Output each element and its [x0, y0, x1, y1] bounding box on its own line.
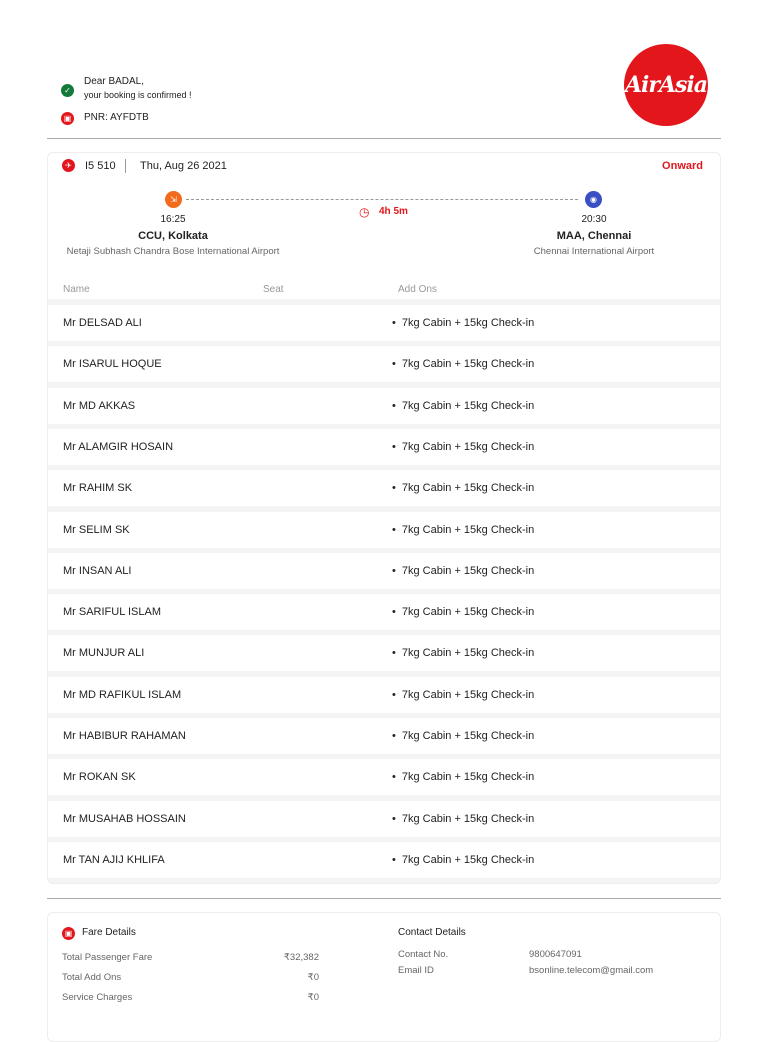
route-line: [186, 199, 578, 200]
flight-summary: ✈ I5 510 Thu, Aug 26 2021 Onward ⇲ ◉ ◷ 4…: [48, 153, 720, 281]
divider: [47, 898, 721, 899]
table-row: Mr MUNJUR ALI 7kg Cabin + 15kg Check-in: [48, 635, 720, 672]
destination-city: MAA, Chennai: [556, 230, 632, 242]
clock-icon: ◷: [359, 205, 370, 219]
passenger-addon: 7kg Cabin + 15kg Check-in: [392, 400, 534, 412]
passenger-name: Mr MD RAFIKUL ISLAM: [63, 688, 182, 701]
contact-title: Contact Details: [398, 927, 466, 938]
passenger-name: Mr ROKAN SK: [63, 771, 136, 784]
table-row: Mr MD RAFIKUL ISLAM 7kg Cabin + 15kg Chec…: [48, 676, 720, 713]
passenger-name: Mr SELIM SK: [63, 523, 130, 536]
origin-airport: Netaji Subhash Chandra Bose Internationa…: [66, 246, 280, 257]
departure-icon: ⇲: [165, 191, 182, 208]
contact-value: bsonline.telecom@gmail.com: [529, 965, 654, 976]
passenger-addon: 7kg Cabin + 15kg Check-in: [392, 771, 534, 783]
table-row: Mr ROKAN SK 7kg Cabin + 15kg Check-in: [48, 759, 720, 796]
check-circle-icon: ✓: [61, 84, 74, 97]
passenger-name: Mr ISARUL HOQUE: [63, 358, 162, 371]
airplane-icon: ✈: [62, 159, 75, 172]
fare-value: ₹0: [307, 972, 319, 983]
fare-icon: ▣: [62, 927, 75, 940]
passenger-addon: 7kg Cabin + 15kg Check-in: [392, 565, 534, 577]
location-pin-icon: ◉: [585, 191, 602, 208]
header-addons: Add Ons: [398, 284, 437, 295]
passenger-name: Mr MD AKKAS: [63, 399, 136, 412]
table-row: Mr TAN AJIJ KHLIFA 7kg Cabin + 15kg Check…: [48, 841, 720, 878]
passenger-addon: 7kg Cabin + 15kg Check-in: [392, 482, 534, 494]
ticket-icon: ▣: [61, 112, 74, 125]
fare-label: Total Passenger Fare: [62, 952, 153, 963]
passenger-addon: 7kg Cabin + 15kg Check-in: [392, 854, 534, 866]
passenger-name: Mr HABIBUR RAHAMAN: [63, 730, 186, 742]
greeting-name: Dear BADAL,: [84, 76, 145, 87]
duration: 4h 5m: [379, 206, 408, 217]
table-row: Mr ISARUL HOQUE 7kg Cabin + 15kg Check-in: [48, 346, 720, 383]
origin-city: CCU, Kolkata: [138, 230, 208, 242]
table-row: Mr INSAN ALI 7kg Cabin + 15kg Check-in: [48, 552, 720, 589]
passenger-addon: 7kg Cabin + 15kg Check-in: [392, 524, 534, 536]
airasia-logo: AirAsia: [624, 44, 708, 126]
table-row: Mr MUSAHAB HOSSAIN 7kg Cabin + 15kg Check…: [48, 800, 720, 837]
passenger-name: Mr ALAMGIR HOSAIN: [63, 440, 174, 453]
direction-label: Onward: [662, 160, 703, 172]
fare-value: ₹0: [307, 992, 319, 1003]
passenger-name: Mr SARIFUL ISLAM: [63, 606, 161, 619]
contact-value: 9800647091: [529, 949, 582, 960]
table-row: Mr RAHIM SK 7kg Cabin + 15kg Check-in: [48, 470, 720, 507]
flight-card: ✈ I5 510 Thu, Aug 26 2021 Onward ⇲ ◉ ◷ 4…: [47, 152, 721, 884]
passenger-addon: 7kg Cabin + 15kg Check-in: [392, 317, 534, 329]
passenger-addon: 7kg Cabin + 15kg Check-in: [392, 647, 534, 659]
passenger-name: Mr MUSAHAB HOSSAIN: [63, 812, 186, 825]
fare-value: ₹32,382: [283, 952, 319, 963]
separator: [125, 159, 126, 173]
passenger-name: Mr RAHIM SK: [63, 482, 133, 495]
passenger-name: Mr TAN AJIJ KHLIFA: [63, 853, 165, 866]
table-row: Mr ALAMGIR HOSAIN 7kg Cabin + 15kg Check-…: [48, 428, 720, 465]
fare-label: Total Add Ons: [62, 972, 122, 983]
arrival-time: 20:30: [581, 214, 607, 225]
table-row: Mr SELIM SK 7kg Cabin + 15kg Check-in: [48, 511, 720, 548]
details-card: ▣ Fare Details Total Passenger Fare ₹32,3…: [47, 912, 721, 1042]
destination-airport: Chennai International Airport: [533, 246, 655, 257]
passenger-addon: 7kg Cabin + 15kg Check-in: [392, 813, 534, 825]
flight-number: I5 510: [85, 160, 116, 172]
passenger-addon: 7kg Cabin + 15kg Check-in: [392, 606, 534, 618]
flight-date: Thu, Aug 26 2021: [140, 160, 227, 172]
table-row: Mr SARIFUL ISLAM 7kg Cabin + 15kg Check-i…: [48, 594, 720, 631]
passenger-addon: 7kg Cabin + 15kg Check-in: [392, 689, 534, 701]
table-row: Mr DELSAD ALI 7kg Cabin + 15kg Check-in: [48, 305, 720, 341]
fare-title: Fare Details: [82, 927, 136, 938]
header-seat: Seat: [263, 284, 284, 295]
table-header: Name Seat Add Ons: [48, 281, 720, 299]
greeting-message: your booking is confirmed !: [84, 90, 192, 100]
pnr: PNR: AYFDTB: [84, 112, 149, 123]
departure-time: 16:25: [160, 214, 186, 225]
passenger-name: Mr DELSAD ALI: [63, 317, 142, 329]
fare-label: Service Charges: [62, 992, 133, 1003]
contact-label: Email ID: [398, 965, 434, 976]
contact-label: Contact No.: [398, 949, 449, 960]
divider: [47, 138, 721, 139]
passenger-addon: 7kg Cabin + 15kg Check-in: [392, 730, 534, 742]
passenger-addon: 7kg Cabin + 15kg Check-in: [392, 358, 534, 370]
table-row: Mr MD AKKAS 7kg Cabin + 15kg Check-in: [48, 387, 720, 424]
header-name: Name: [63, 284, 90, 295]
logo-text: AirAsia: [624, 72, 708, 98]
passenger-name: Mr MUNJUR ALI: [63, 647, 145, 660]
passenger-addon: 7kg Cabin + 15kg Check-in: [392, 441, 534, 453]
passenger-name: Mr INSAN ALI: [63, 564, 132, 577]
table-row: Mr HABIBUR RAHAMAN 7kg Cabin + 15kg Check…: [48, 718, 720, 754]
